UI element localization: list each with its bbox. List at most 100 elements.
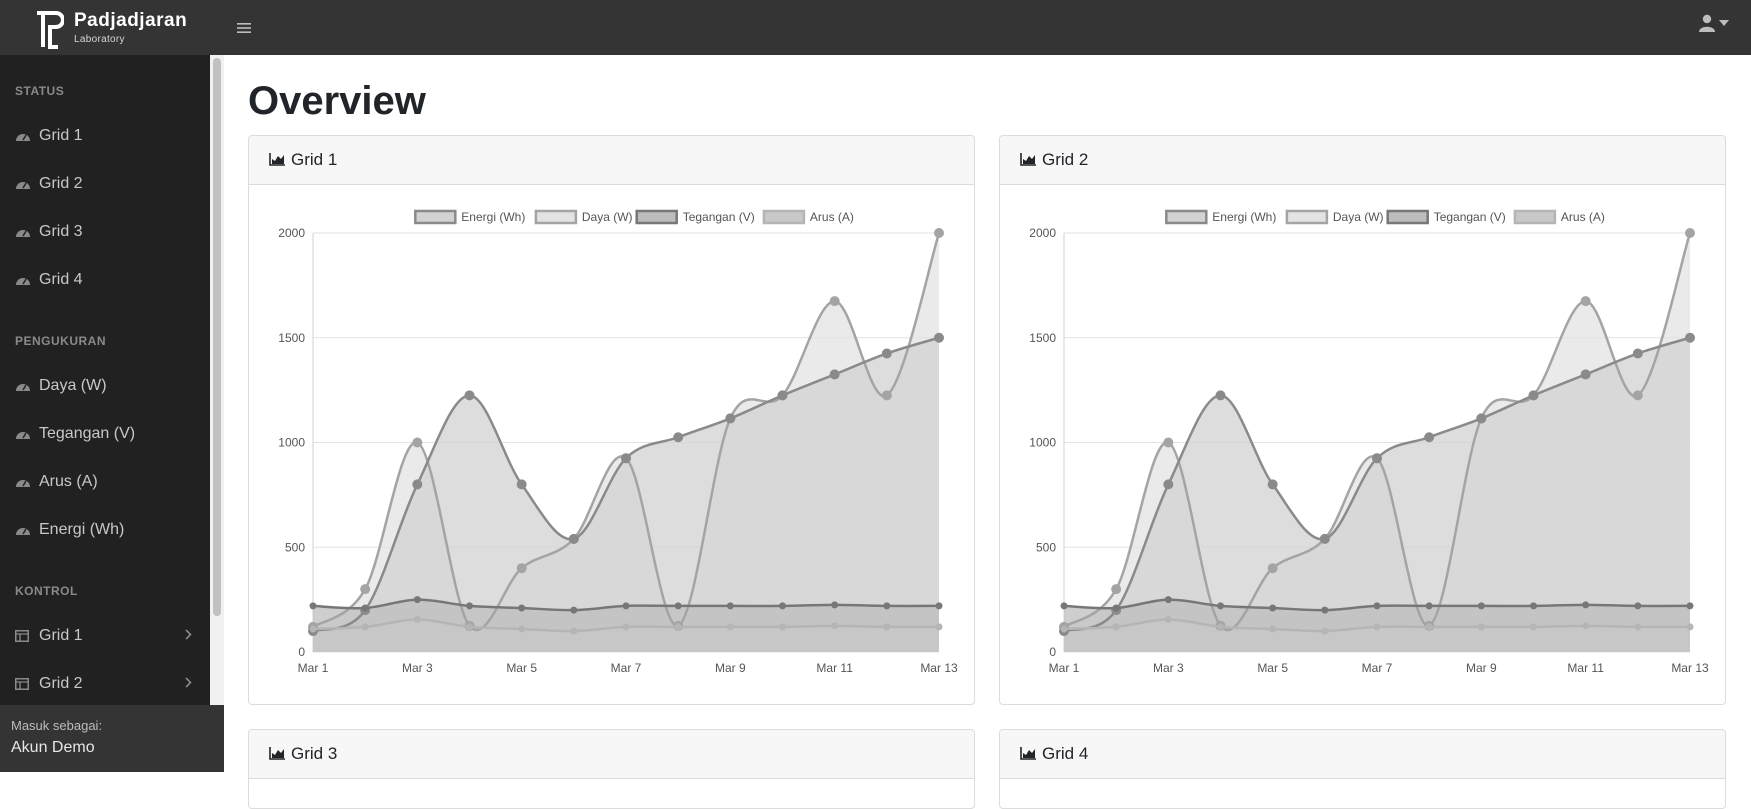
data-point[interactable] (1269, 604, 1277, 612)
data-point[interactable] (1164, 596, 1172, 604)
data-point[interactable] (1685, 332, 1695, 343)
data-point[interactable] (1321, 606, 1329, 614)
user-menu-button[interactable] (1699, 14, 1729, 32)
sidebar-item-status-grid-3[interactable]: Grid 3 (0, 210, 208, 254)
data-point[interactable] (1686, 623, 1694, 631)
data-point[interactable] (883, 623, 891, 631)
sidebar-item-kontrol-grid-2[interactable]: Grid 2 (0, 662, 208, 706)
data-point[interactable] (1477, 602, 1485, 610)
legend-label[interactable]: Energi (Wh) (461, 210, 525, 224)
menu-toggle-button[interactable] (230, 14, 258, 42)
data-point[interactable] (881, 390, 892, 401)
data-point[interactable] (674, 602, 682, 610)
data-point[interactable] (621, 453, 631, 464)
data-point[interactable] (725, 413, 736, 424)
legend-label[interactable]: Tegangan (V) (683, 210, 755, 224)
sidebar-item-daya[interactable]: Daya (W) (0, 364, 208, 408)
sidebar-item-status-grid-4[interactable]: Grid 4 (0, 258, 208, 302)
data-point[interactable] (779, 602, 786, 610)
data-point[interactable] (726, 623, 734, 631)
legend-label[interactable]: Daya (W) (1333, 210, 1384, 224)
data-point[interactable] (1582, 622, 1590, 630)
data-point[interactable] (622, 602, 630, 610)
data-point[interactable] (1530, 623, 1537, 631)
data-point[interactable] (412, 479, 423, 490)
data-point[interactable] (464, 390, 475, 401)
data-point[interactable] (831, 622, 839, 630)
data-point[interactable] (1163, 479, 1174, 490)
data-point[interactable] (883, 602, 891, 610)
sidebar-item-arus[interactable]: Arus (A) (0, 460, 208, 504)
data-point[interactable] (1634, 602, 1642, 610)
brand[interactable]: Padjadjaran Laboratory (0, 0, 224, 55)
data-point[interactable] (1632, 348, 1643, 359)
data-point[interactable] (777, 390, 788, 401)
data-point[interactable] (570, 606, 578, 614)
data-point[interactable] (361, 604, 369, 612)
data-point[interactable] (1373, 623, 1381, 631)
data-point[interactable] (1112, 604, 1120, 612)
data-point[interactable] (518, 604, 526, 612)
legend-swatch[interactable] (635, 209, 678, 225)
sidebar-scrollbar-thumb[interactable] (213, 58, 221, 616)
data-point[interactable] (309, 625, 317, 633)
data-point[interactable] (829, 296, 840, 307)
data-point[interactable] (1634, 623, 1642, 631)
data-point[interactable] (726, 602, 734, 610)
data-point[interactable] (622, 623, 630, 631)
data-point[interactable] (1580, 296, 1591, 307)
legend-swatch[interactable] (1285, 209, 1329, 225)
sidebar-item-status-grid-1[interactable]: Grid 1 (0, 114, 208, 158)
data-point[interactable] (1373, 602, 1381, 610)
data-point[interactable] (1321, 627, 1329, 635)
data-point[interactable] (674, 623, 682, 631)
data-point[interactable] (1530, 602, 1537, 610)
data-point[interactable] (413, 596, 421, 604)
data-point[interactable] (568, 533, 579, 544)
legend-swatch[interactable] (1513, 209, 1557, 225)
data-point[interactable] (516, 563, 527, 574)
sidebar-item-energi[interactable]: Energi (Wh) (0, 508, 208, 552)
data-point[interactable] (881, 348, 892, 359)
data-point[interactable] (570, 627, 578, 635)
data-point[interactable] (1476, 413, 1487, 424)
data-point[interactable] (1685, 228, 1695, 238)
data-point[interactable] (1060, 602, 1068, 610)
data-point[interactable] (466, 623, 473, 631)
legend-swatch[interactable] (534, 209, 578, 225)
data-point[interactable] (829, 369, 840, 380)
data-point[interactable] (1217, 602, 1224, 610)
data-point[interactable] (1528, 390, 1539, 401)
data-point[interactable] (1372, 453, 1382, 464)
legend-swatch[interactable] (1386, 209, 1429, 225)
legend-swatch[interactable] (414, 209, 457, 225)
data-point[interactable] (673, 432, 684, 443)
legend-label[interactable]: Daya (W) (582, 210, 633, 224)
data-point[interactable] (361, 623, 369, 631)
data-point[interactable] (412, 437, 423, 448)
data-point[interactable] (779, 623, 786, 631)
data-point[interactable] (1582, 601, 1590, 609)
data-point[interactable] (1632, 390, 1643, 401)
data-point[interactable] (1425, 623, 1433, 631)
data-point[interactable] (516, 479, 527, 490)
legend-label[interactable]: Arus (A) (810, 210, 854, 224)
data-point[interactable] (360, 584, 371, 595)
data-point[interactable] (1163, 437, 1174, 448)
data-point[interactable] (1424, 432, 1435, 443)
data-point[interactable] (1267, 479, 1278, 490)
legend-swatch[interactable] (762, 209, 806, 225)
legend-swatch[interactable] (1165, 209, 1208, 225)
data-point[interactable] (309, 602, 317, 610)
data-point[interactable] (1425, 602, 1433, 610)
data-point[interactable] (934, 228, 944, 238)
data-point[interactable] (1267, 563, 1278, 574)
sidebar-item-tegangan[interactable]: Tegangan (V) (0, 412, 208, 456)
sidebar-item-status-grid-2[interactable]: Grid 2 (0, 162, 208, 206)
data-point[interactable] (1164, 616, 1172, 624)
legend-label[interactable]: Energi (Wh) (1212, 210, 1276, 224)
legend-label[interactable]: Tegangan (V) (1434, 210, 1506, 224)
data-point[interactable] (934, 332, 944, 343)
data-point[interactable] (413, 616, 421, 624)
sidebar-item-kontrol-grid-1[interactable]: Grid 1 (0, 614, 208, 658)
